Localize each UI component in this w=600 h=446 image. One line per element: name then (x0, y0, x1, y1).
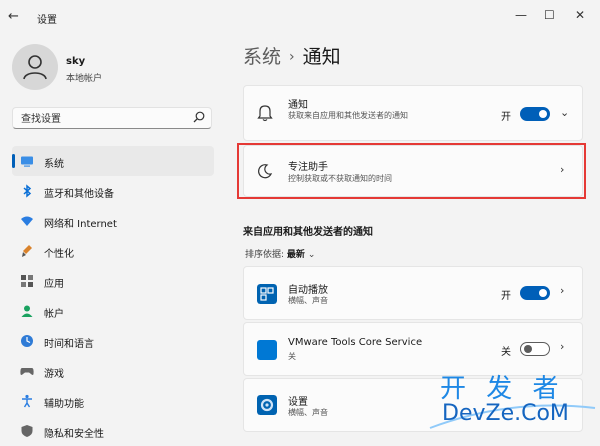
shield-icon (21, 425, 33, 437)
page-title: 通知 (302, 46, 341, 68)
app-name: VMware Tools Core Service (288, 337, 423, 348)
monitor-icon (21, 156, 33, 167)
autoplay-icon (257, 284, 277, 304)
brush-icon (22, 245, 32, 257)
app-toggle[interactable] (520, 286, 550, 300)
highlight-box (237, 143, 586, 199)
notifications-title: 通知 (288, 100, 308, 111)
account-type: 本地帐户 (66, 74, 103, 84)
sidebar-item-gaming[interactable]: 游戏 (12, 356, 214, 386)
sidebar-item-apps[interactable]: 应用 (12, 266, 214, 296)
notifications-card[interactable]: 通知 获取来自应用和其他发送者的通知 开 ⌄ (243, 85, 583, 141)
notifications-state: 开 (501, 112, 511, 123)
sort-label: 排序依据: (245, 250, 285, 260)
sidebar-item-personalization[interactable]: 个性化 (12, 236, 214, 266)
breadcrumb-separator: › (289, 49, 295, 65)
title-bar: ← 设置 — ☐ ✕ (0, 0, 600, 34)
sidebar-item-accessibility[interactable]: 辅助功能 (12, 386, 214, 416)
chevron-down-icon[interactable]: ⌄ (308, 250, 316, 260)
bell-icon (257, 105, 273, 122)
sidebar-item-label: 应用 (44, 279, 64, 290)
minimize-icon[interactable]: — (515, 8, 527, 22)
search-icon[interactable] (193, 111, 205, 123)
sidebar-item-system[interactable]: 系统 (12, 146, 214, 176)
app-state: 开 (501, 291, 511, 302)
person-icon (23, 55, 47, 80)
sidebar-item-accounts[interactable]: 帐户 (12, 296, 214, 326)
accessibility-icon (22, 394, 32, 408)
sidebar-item-label: 蓝牙和其他设备 (44, 189, 114, 200)
watermark-en: DevZe.CoM (442, 401, 569, 426)
sidebar-item-label: 时间和语言 (44, 339, 94, 350)
section-title: 来自应用和其他发送者的通知 (243, 227, 373, 238)
wifi-icon (21, 216, 33, 226)
window-title: 设置 (37, 15, 57, 26)
apps-icon (21, 275, 33, 287)
app-detail: 横幅、声音 (288, 296, 328, 305)
sort-control[interactable]: 排序依据: 最新 ⌄ (245, 247, 315, 260)
active-indicator (12, 154, 15, 168)
maximize-icon[interactable]: ☐ (544, 8, 555, 22)
sidebar-item-time-language[interactable]: 时间和语言 (12, 326, 214, 356)
breadcrumb: 系统 › 通知 (243, 42, 341, 69)
search-input[interactable] (19, 110, 193, 128)
notifications-subtitle: 获取来自应用和其他发送者的通知 (288, 111, 408, 120)
notifications-toggle[interactable] (520, 107, 550, 121)
sidebar-item-bluetooth[interactable]: 蓝牙和其他设备 (12, 176, 214, 206)
app-toggle[interactable] (520, 342, 550, 356)
watermark-cn: 开 发 者 (440, 374, 565, 404)
sidebar-item-label: 隐私和安全性 (44, 429, 104, 440)
bluetooth-icon (23, 184, 32, 198)
sidebar-item-label: 游戏 (44, 369, 64, 380)
watermark: 开 发 者 DevZe.CoM (410, 368, 600, 437)
avatar (12, 44, 58, 90)
sidebar-item-label: 网络和 Internet (44, 219, 117, 230)
back-arrow-icon[interactable]: ← (8, 9, 19, 24)
person-icon (21, 305, 33, 317)
breadcrumb-parent[interactable]: 系统 (243, 46, 281, 68)
chevron-down-icon[interactable]: ⌄ (560, 106, 569, 119)
search-box[interactable] (12, 107, 212, 129)
clock-globe-icon (21, 335, 33, 347)
chevron-right-icon[interactable]: › (560, 340, 564, 353)
sidebar-item-label: 帐户 (44, 309, 64, 320)
sidebar-item-label: 系统 (44, 159, 64, 170)
sidebar-nav: 系统 蓝牙和其他设备 网络和 Internet 个性化 应用 帐户 时间和语言 … (12, 146, 214, 446)
chevron-right-icon[interactable]: › (560, 284, 564, 297)
vmware-icon (257, 340, 277, 360)
app-name: 设置 (288, 397, 308, 408)
user-name: sky (66, 56, 86, 67)
sort-value[interactable]: 最新 (287, 250, 305, 260)
sidebar-item-label: 辅助功能 (44, 399, 84, 410)
settings-gear-icon (257, 395, 277, 415)
app-detail: 横幅、声音 (288, 408, 328, 417)
gamepad-icon (20, 368, 34, 375)
close-icon[interactable]: ✕ (575, 8, 585, 22)
app-state: 关 (501, 347, 511, 358)
app-detail: 关 (288, 352, 296, 361)
sidebar-item-privacy[interactable]: 隐私和安全性 (12, 416, 214, 446)
app-row-autoplay[interactable]: 自动播放 横幅、声音 开 › (243, 266, 583, 320)
sidebar-item-network[interactable]: 网络和 Internet (12, 206, 214, 236)
app-name: 自动播放 (288, 285, 328, 296)
sidebar-item-label: 个性化 (44, 249, 74, 260)
